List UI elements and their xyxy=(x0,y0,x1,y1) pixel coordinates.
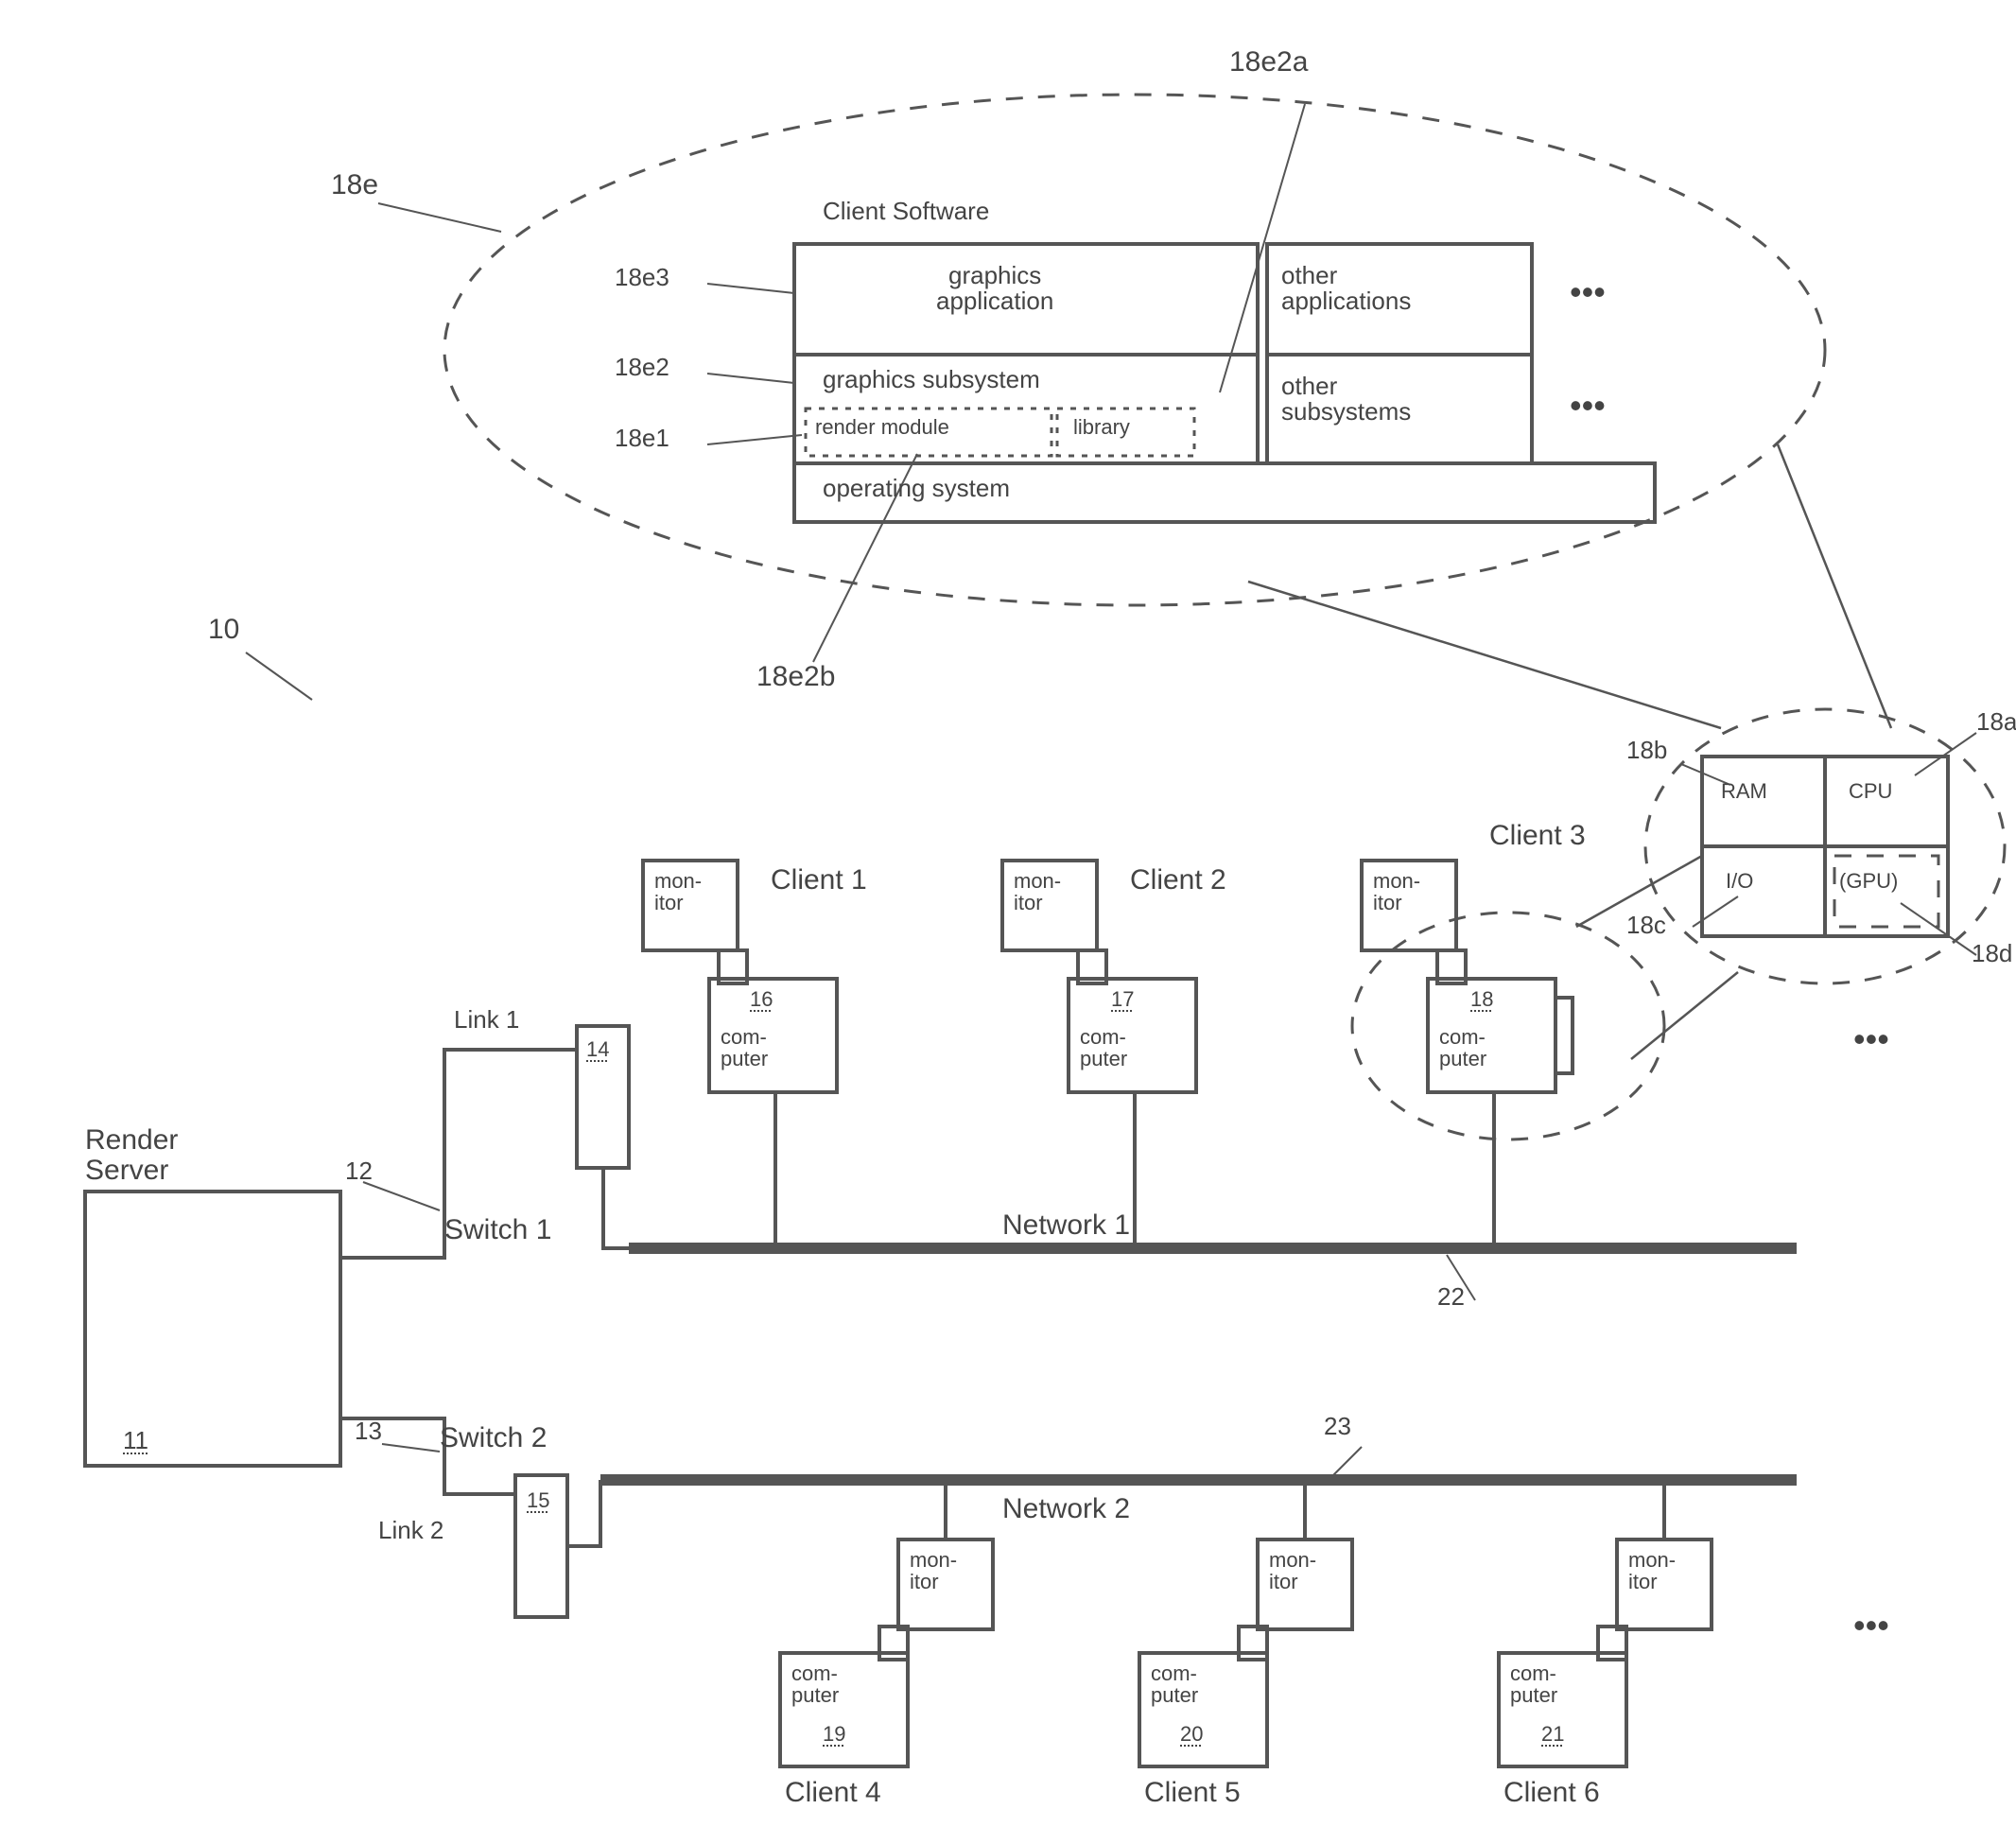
ref-18: 18 xyxy=(1470,988,1493,1010)
c3-computer: com- puter xyxy=(1439,1026,1486,1070)
c4-monitor: mon- itor xyxy=(910,1549,957,1592)
c6-computer: com- puter xyxy=(1510,1662,1557,1706)
ellipsis-apps: ••• xyxy=(1570,274,1606,310)
ref-16: 16 xyxy=(750,988,773,1010)
ref-23: 23 xyxy=(1324,1414,1351,1439)
ref-12: 12 xyxy=(345,1158,373,1184)
link1-label: Link 1 xyxy=(454,1007,519,1033)
switch2-label: Switch 2 xyxy=(440,1423,547,1453)
ref-18b: 18b xyxy=(1626,738,1667,763)
ref-21: 21 xyxy=(1541,1723,1564,1745)
sw-render-module: render module xyxy=(815,416,949,438)
sw-other-apps: other applications xyxy=(1281,263,1411,315)
ref-18d: 18d xyxy=(1972,941,2012,966)
client5-label: Client 5 xyxy=(1144,1778,1241,1808)
ref-19: 19 xyxy=(823,1723,845,1745)
network1-label: Network 1 xyxy=(1002,1210,1130,1241)
ref-20: 20 xyxy=(1180,1723,1203,1745)
ref-18c: 18c xyxy=(1626,913,1666,938)
ref-18e2: 18e2 xyxy=(615,355,669,380)
c5-computer: com- puter xyxy=(1151,1662,1198,1706)
link2-label: Link 2 xyxy=(378,1518,443,1543)
ref-17: 17 xyxy=(1111,988,1134,1010)
client3-label: Client 3 xyxy=(1489,821,1586,851)
client-software-title: Client Software xyxy=(823,199,989,224)
hw-gpu: (GPU) xyxy=(1839,870,1898,892)
c2-computer: com- puter xyxy=(1080,1026,1127,1070)
ref-18a: 18a xyxy=(1976,709,2016,735)
diagram-canvas: .ln { stroke:#555; stroke-width:4; fill:… xyxy=(0,0,2016,1844)
c3-monitor: mon- itor xyxy=(1373,870,1420,913)
ellipsis-clients-top: ••• xyxy=(1853,1021,1889,1057)
ref-18e: 18e xyxy=(331,170,378,200)
client2-label: Client 2 xyxy=(1130,865,1226,896)
ref-11: 11 xyxy=(123,1428,148,1453)
c2-monitor: mon- itor xyxy=(1014,870,1061,913)
ref-14: 14 xyxy=(586,1038,609,1060)
ellipsis-subs: ••• xyxy=(1570,388,1606,424)
hw-cpu: CPU xyxy=(1849,780,1892,802)
ref-10: 10 xyxy=(208,615,239,645)
switch1-label: Switch 1 xyxy=(444,1215,551,1245)
network2-label: Network 2 xyxy=(1002,1494,1130,1524)
ref-18e2a: 18e2a xyxy=(1229,47,1308,78)
sw-graphics-subsystem: graphics subsystem xyxy=(823,367,1040,392)
ref-18e3: 18e3 xyxy=(615,265,669,290)
c1-computer: com- puter xyxy=(721,1026,768,1070)
c1-monitor: mon- itor xyxy=(654,870,702,913)
ref-18e1: 18e1 xyxy=(615,426,669,451)
hw-io: I/O xyxy=(1726,870,1753,892)
ref-15: 15 xyxy=(527,1489,549,1511)
sw-other-subsystems: other subsystems xyxy=(1281,374,1411,426)
c5-monitor: mon- itor xyxy=(1269,1549,1316,1592)
c6-monitor: mon- itor xyxy=(1628,1549,1676,1592)
c4-computer: com- puter xyxy=(791,1662,839,1706)
sw-library: library xyxy=(1073,416,1130,438)
ref-18e2b: 18e2b xyxy=(756,662,835,692)
client4-label: Client 4 xyxy=(785,1778,881,1808)
client1-label: Client 1 xyxy=(771,865,867,896)
sw-os: operating system xyxy=(823,476,1010,501)
render-server-label: Render Server xyxy=(85,1125,178,1185)
client6-label: Client 6 xyxy=(1503,1778,1600,1808)
hw-ram: RAM xyxy=(1721,780,1767,802)
ref-22: 22 xyxy=(1437,1284,1465,1310)
ellipsis-clients-bottom: ••• xyxy=(1853,1608,1889,1644)
ref-13: 13 xyxy=(355,1418,382,1444)
sw-graphics-app: graphics application xyxy=(936,263,1053,315)
